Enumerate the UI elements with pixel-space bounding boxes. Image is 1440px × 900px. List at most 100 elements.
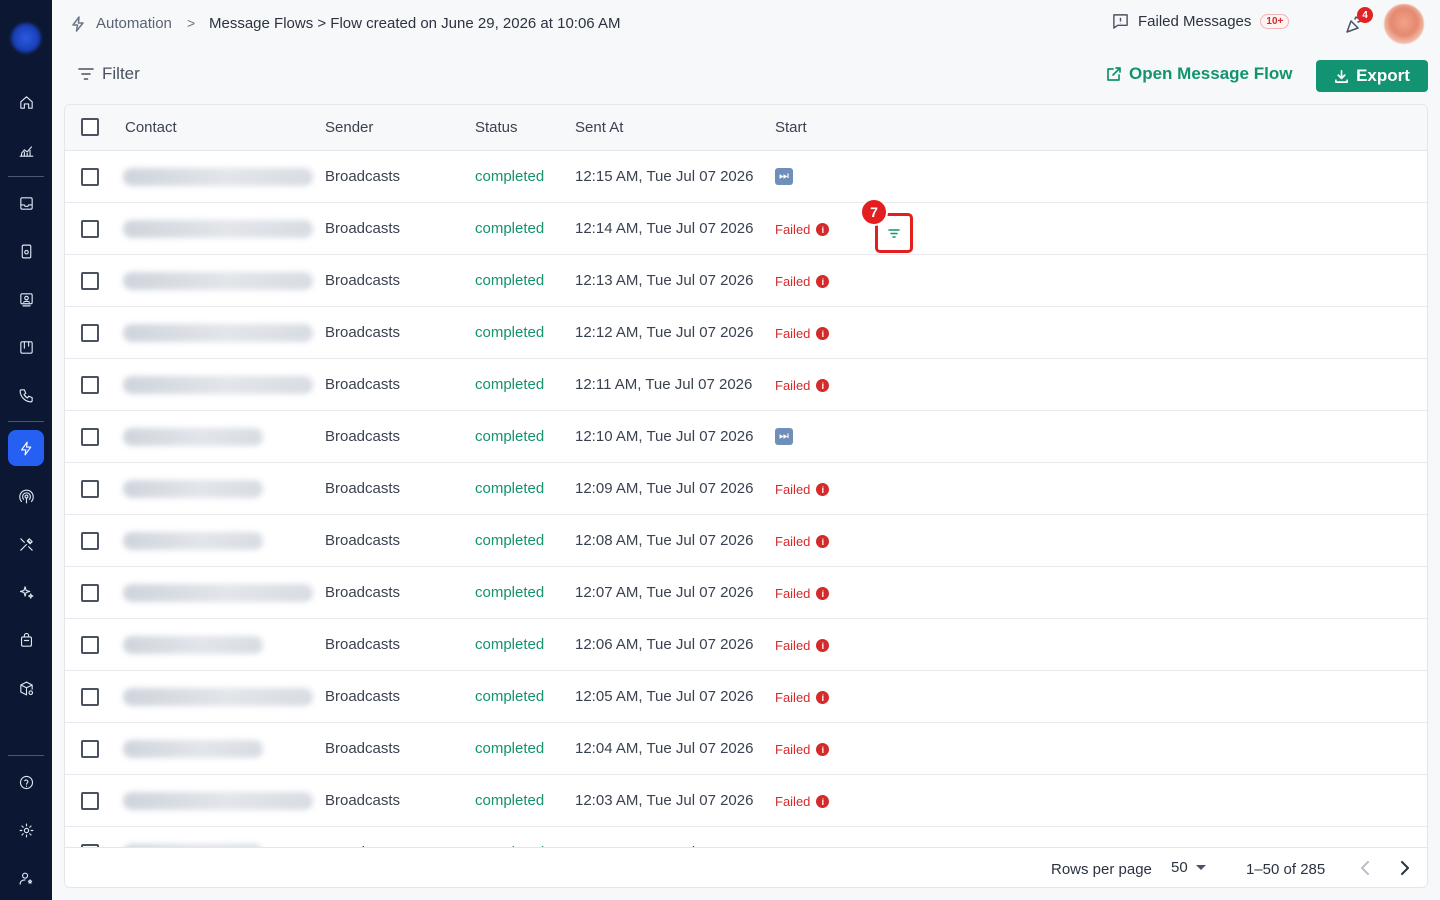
info-icon[interactable]: i: [816, 223, 830, 236]
start-failed-status[interactable]: Failedi: [775, 222, 830, 237]
info-icon[interactable]: i: [816, 379, 830, 392]
info-icon[interactable]: i: [816, 483, 830, 496]
open-message-flow-link[interactable]: Open Message Flow: [1106, 64, 1292, 84]
contact-name-redacted[interactable]: [123, 428, 263, 446]
contact-name-redacted[interactable]: [123, 636, 263, 654]
contact-name-redacted[interactable]: [123, 740, 263, 758]
select-all-checkbox[interactable]: [81, 118, 99, 136]
table-row[interactable]: Broadcasts completed 12:10 AM, Tue Jul 07 …: [65, 411, 1427, 463]
home-icon[interactable]: [8, 84, 44, 120]
help-icon[interactable]: [8, 764, 44, 800]
info-icon[interactable]: i: [816, 743, 830, 756]
contact-name-redacted[interactable]: [123, 324, 313, 342]
start-failed-status[interactable]: Failedi: [775, 326, 830, 341]
rows-per-page-select[interactable]: 50: [1171, 859, 1206, 876]
table-row[interactable]: Broadcasts completed 12:07 AM, Tue Jul 07 …: [65, 567, 1427, 619]
tools-icon[interactable]: [8, 526, 44, 562]
next-page-button[interactable]: [1395, 858, 1415, 878]
table-row[interactable]: Broadcasts completed 12:06 AM, Tue Jul 07 …: [65, 619, 1427, 671]
start-failed-status[interactable]: Failedi: [775, 638, 830, 653]
row-checkbox[interactable]: [81, 636, 99, 654]
row-checkbox[interactable]: [81, 272, 99, 290]
info-icon[interactable]: i: [816, 691, 830, 704]
column-header-sender[interactable]: Sender: [325, 119, 373, 136]
broadcast-icon[interactable]: [8, 478, 44, 514]
start-failed-status[interactable]: Failedi: [775, 794, 830, 809]
shopping-bag-icon[interactable]: [8, 622, 44, 658]
table-row[interactable]: Broadcasts completed 12:14 AM, Tue Jul 07 …: [65, 203, 1427, 255]
column-header-start[interactable]: Start: [775, 119, 807, 136]
row-checkbox[interactable]: [81, 688, 99, 706]
announcements-button[interactable]: 4: [1344, 7, 1373, 36]
info-icon[interactable]: i: [816, 639, 830, 652]
table-row[interactable]: Broadcasts completed 12:05 AM, Tue Jul 07 …: [65, 671, 1427, 723]
contact-name-redacted[interactable]: [123, 532, 263, 550]
analytics-icon[interactable]: [8, 132, 44, 168]
user-settings-icon[interactable]: [8, 860, 44, 896]
info-icon[interactable]: i: [816, 275, 830, 288]
table-row[interactable]: Broadcasts completed 12:09 AM, Tue Jul 07 …: [65, 463, 1427, 515]
row-checkbox[interactable]: [81, 324, 99, 342]
call-icon[interactable]: [8, 377, 44, 413]
start-failed-status[interactable]: Failedi: [775, 534, 830, 549]
column-header-contact[interactable]: Contact: [125, 119, 177, 136]
table-row[interactable]: Broadcastscompleted12:02 AM, Tue Jul 07 …: [65, 827, 1427, 847]
table-header: Contact Sender Status Sent At Start: [65, 105, 1427, 151]
contacts-icon[interactable]: [8, 281, 44, 317]
info-icon[interactable]: i: [816, 587, 830, 600]
export-button[interactable]: Export: [1316, 60, 1428, 92]
filter-button[interactable]: Filter: [78, 64, 140, 84]
column-header-sent-at[interactable]: Sent At: [575, 119, 623, 136]
start-failed-status[interactable]: Failedi: [775, 378, 830, 393]
info-icon[interactable]: i: [816, 535, 830, 548]
row-checkbox[interactable]: [81, 532, 99, 550]
contact-name-redacted[interactable]: [123, 272, 313, 290]
start-failed-status[interactable]: Failedi: [775, 482, 830, 497]
status-cell: completed: [475, 272, 545, 289]
row-checkbox[interactable]: [81, 740, 99, 758]
table-row[interactable]: Broadcasts completed 12:13 AM, Tue Jul 07 …: [65, 255, 1427, 307]
row-checkbox[interactable]: [81, 792, 99, 810]
row-checkbox[interactable]: [81, 168, 99, 186]
table-row[interactable]: Broadcasts completed 12:12 AM, Tue Jul 07 …: [65, 307, 1427, 359]
previous-page-button[interactable]: [1355, 858, 1375, 878]
automation-icon[interactable]: [8, 430, 44, 466]
contact-name-redacted[interactable]: [123, 480, 263, 498]
table-row[interactable]: Broadcasts completed 12:08 AM, Tue Jul 07 …: [65, 515, 1427, 567]
table-row[interactable]: Broadcasts completed 12:03 AM, Tue Jul 07 …: [65, 775, 1427, 827]
sender-cell: Broadcasts: [325, 532, 401, 549]
board-icon[interactable]: [8, 329, 44, 365]
table-row[interactable]: Broadcasts completed 12:11 AM, Tue Jul 07 …: [65, 359, 1427, 411]
info-icon[interactable]: i: [816, 327, 830, 340]
start-failed-status[interactable]: Failedi: [775, 690, 830, 705]
contact-name-redacted[interactable]: [123, 168, 313, 186]
row-checkbox[interactable]: [81, 220, 99, 238]
inbox-icon[interactable]: [8, 185, 44, 221]
app-logo[interactable]: [10, 22, 42, 54]
chevron-left-icon: [1361, 861, 1369, 875]
ai-sparkle-icon[interactable]: [8, 574, 44, 610]
contact-name-redacted[interactable]: [123, 792, 313, 810]
failed-messages-button[interactable]: Failed Messages 10+: [1112, 13, 1290, 30]
contact-name-redacted[interactable]: [123, 584, 313, 602]
column-header-status[interactable]: Status: [475, 119, 518, 136]
phone-device-icon[interactable]: [8, 233, 44, 269]
start-failed-status[interactable]: Failedi: [775, 586, 830, 601]
info-icon[interactable]: i: [816, 795, 830, 808]
table-row[interactable]: Broadcasts completed 12:15 AM, Tue Jul 07 …: [65, 151, 1427, 203]
start-failed-status[interactable]: Failedi: [775, 742, 830, 757]
contact-name-redacted[interactable]: [123, 376, 313, 394]
row-checkbox[interactable]: [81, 584, 99, 602]
contact-name-redacted[interactable]: [123, 220, 313, 238]
sender-cell: Broadcasts: [325, 584, 401, 601]
start-failed-status[interactable]: Failedi: [775, 274, 830, 289]
row-checkbox[interactable]: [81, 376, 99, 394]
row-checkbox[interactable]: [81, 428, 99, 446]
contact-name-redacted[interactable]: [123, 688, 313, 706]
row-checkbox[interactable]: [81, 480, 99, 498]
table-row[interactable]: Broadcasts completed 12:04 AM, Tue Jul 07 …: [65, 723, 1427, 775]
user-avatar[interactable]: [1384, 4, 1424, 44]
breadcrumb-automation[interactable]: Automation: [96, 15, 172, 32]
package-settings-icon[interactable]: [8, 670, 44, 706]
settings-icon[interactable]: [8, 812, 44, 848]
